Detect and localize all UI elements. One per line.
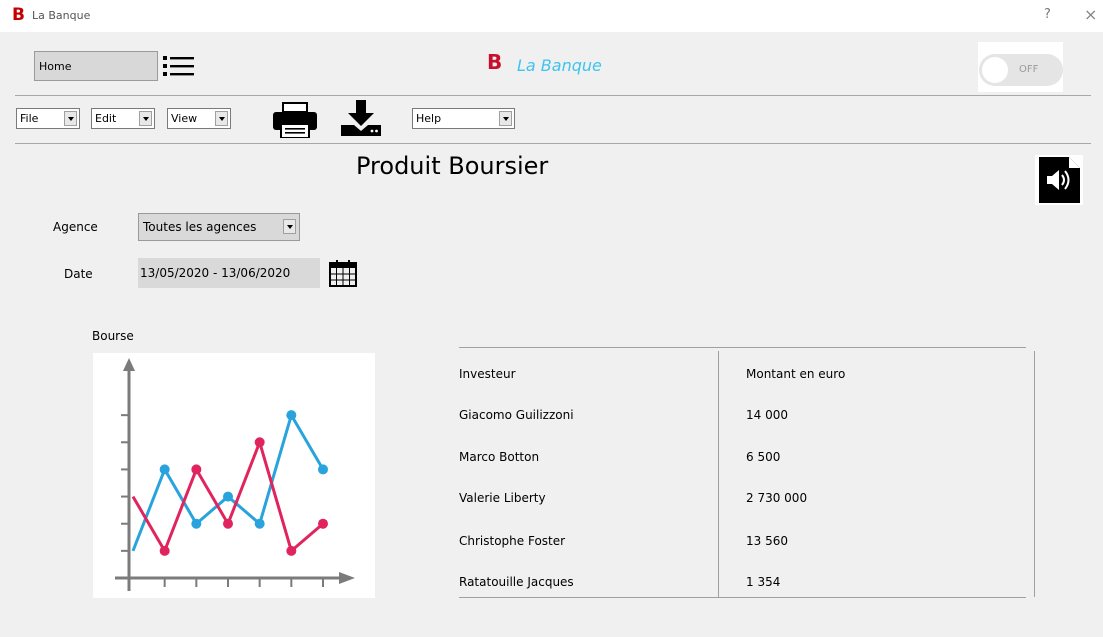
help-button[interactable]: ? [1044,7,1051,22]
stock-chart [93,353,375,598]
window-title: La Banque [32,9,91,22]
data-point [159,464,170,475]
menu-help[interactable]: Help [412,108,515,129]
investor-table: Investeur Montant en euro Giacomo Guiliz… [447,347,1035,598]
data-point [286,410,297,421]
window-titlebar: B La Banque ? × [0,0,1103,32]
x-axis-arrow [339,572,355,584]
agency-label: Agence [53,220,98,234]
agency-select-value: Toutes les agences [143,220,257,234]
menu-edit[interactable]: Edit [91,108,155,129]
divider [15,143,1091,144]
chevron-down-icon[interactable] [283,219,296,234]
chevron-down-icon[interactable] [64,111,77,126]
series-line-0 [131,413,325,552]
menu-file-label: File [20,112,39,125]
table-cell-investor: Christophe Foster [459,534,566,548]
date-label: Date [64,267,93,281]
toggle-knob[interactable] [982,57,1008,83]
printer-icon[interactable] [272,101,318,139]
download-icon[interactable] [340,99,382,137]
divider [15,95,1091,96]
table-cell-amount: 13 560 [746,534,788,548]
data-point [191,464,202,475]
toggle-label: OFF [1019,64,1039,75]
table-cell-amount: 1 354 [746,575,781,589]
data-point [318,518,328,529]
table-border-bottom [459,597,1026,598]
data-point [191,518,202,529]
date-range-field[interactable]: 13/05/2020 - 13/06/2020 [138,258,320,288]
chevron-down-icon[interactable] [139,111,152,126]
table-column-divider [718,351,719,597]
home-field[interactable]: Home [34,51,158,81]
list-icon[interactable] [162,54,196,78]
menu-view-label: View [171,112,198,125]
data-point [318,464,328,475]
data-point [254,437,265,448]
calendar-icon[interactable] [328,259,358,287]
menu-edit-label: Edit [95,112,117,125]
page-title: Produit Boursier [356,152,549,180]
table-cell-investor: Giacomo Guilizzoni [459,408,574,422]
chevron-down-icon[interactable] [499,111,512,126]
table-header-investor: Investeur [459,367,516,381]
table-cell-amount: 6 500 [746,450,781,464]
agency-select[interactable]: Toutes les agences [138,213,300,241]
table-cell-amount: 14 000 [746,408,788,422]
close-button[interactable]: × [1084,5,1097,24]
chevron-down-icon[interactable] [215,111,228,126]
brand-logo: B [487,50,503,74]
table-cell-amount: 2 730 000 [746,491,808,505]
table-header-amount: Montant en euro [746,367,846,381]
data-point [159,545,170,556]
audio-file-icon[interactable] [1035,155,1083,205]
table-cell-investor: Marco Botton [459,450,540,464]
table-border-top [459,347,1026,348]
menu-view[interactable]: View [167,108,231,129]
table-cell-investor: Ratatouille Jacques [459,575,574,589]
data-point [223,518,233,529]
brand-name: La Banque [517,56,602,75]
app-logo: B [12,5,25,25]
table-cell-investor: Valerie Liberty [459,491,546,505]
y-axis-arrow [123,358,135,371]
menu-file[interactable]: File [16,108,80,129]
data-point [223,491,233,502]
chart-label: Bourse [92,329,134,343]
table-border-right [1034,351,1035,597]
chart-svg [115,358,355,591]
menu-help-label: Help [416,112,442,125]
data-point [254,518,265,529]
data-point [286,545,297,556]
